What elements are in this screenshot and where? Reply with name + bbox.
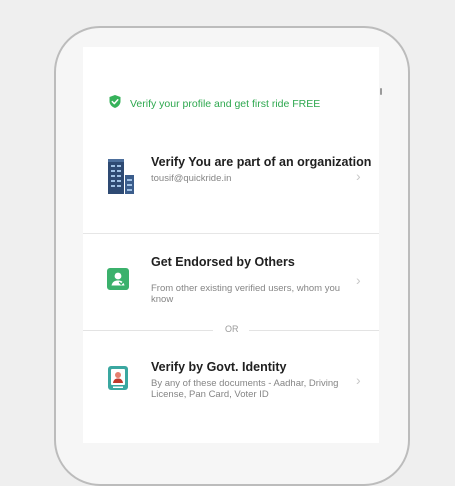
or-label: OR (225, 324, 239, 334)
chevron-right-icon: › (356, 168, 361, 184)
option-subtitle: By any of these documents - Aadhar, Driv… (151, 378, 339, 400)
id-card-icon (107, 366, 129, 395)
option-title: Verify by Govt. Identity (151, 360, 287, 374)
separator-line (249, 330, 379, 331)
divider (83, 233, 379, 234)
building-icon (106, 156, 136, 201)
shield-check-icon (108, 94, 122, 114)
banner-text: Verify your profile and get first ride F… (130, 98, 321, 110)
get-endorsed-option[interactable]: Get Endorsed by Others From other existi… (83, 246, 379, 316)
or-separator: OR (83, 323, 379, 337)
option-title: Get Endorsed by Others (151, 255, 295, 269)
endorse-user-icon (107, 268, 129, 295)
option-title: Verify You are part of an organization (151, 155, 372, 169)
verify-govt-identity-option[interactable]: Verify by Govt. Identity By any of these… (83, 354, 379, 414)
option-subtitle: tousif@quickride.in (151, 173, 232, 184)
chevron-right-icon: › (356, 272, 361, 288)
option-subtitle: From other existing verified users, whom… (151, 283, 341, 305)
verify-banner: Verify your profile and get first ride F… (108, 95, 320, 113)
verify-organization-option[interactable]: Verify You are part of an organization t… (83, 140, 379, 232)
chevron-right-icon: › (356, 372, 361, 388)
separator-line (83, 330, 213, 331)
scrollbar[interactable] (380, 88, 382, 95)
